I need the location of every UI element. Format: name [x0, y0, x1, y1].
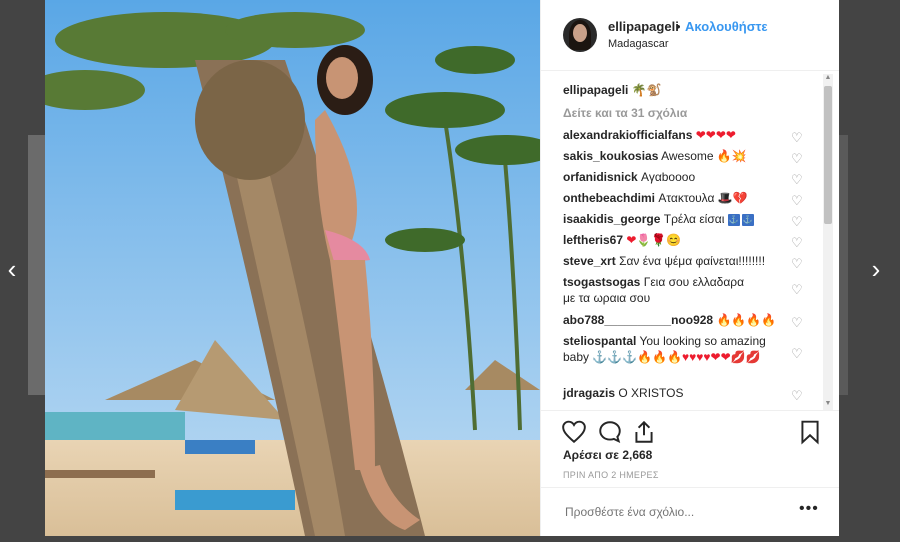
- comment-text: Τρέλα είσαι: [663, 212, 725, 226]
- comment-username[interactable]: onthebeachdimi: [563, 191, 655, 205]
- list-item: jdragazis Ο XRISTOS: [563, 385, 803, 401]
- heart-icon[interactable]: ♡: [791, 152, 803, 165]
- heart-icon[interactable]: ♡: [791, 131, 803, 144]
- add-comment-input[interactable]: [563, 504, 787, 520]
- caption: ellipapageli 🌴🐒: [563, 82, 803, 98]
- avatar[interactable]: [563, 18, 597, 52]
- list-item: onthebeachdimi Ατακτουλα 🎩💔: [563, 190, 803, 206]
- background-post-left: [28, 135, 45, 395]
- photo-illustration: [45, 0, 540, 536]
- comment-text: Αγαbοοοο: [641, 170, 696, 184]
- comment-text: ❤❤❤❤: [695, 128, 736, 142]
- heart-icon[interactable]: ♡: [791, 283, 803, 296]
- heart-icon[interactable]: ♡: [791, 236, 803, 249]
- avatar-face: [573, 24, 587, 42]
- more-options-icon[interactable]: •••: [799, 500, 819, 518]
- comment-username[interactable]: alexandrakiofficialfans: [563, 128, 692, 142]
- comment-emoji: 🔥🔥🔥🔥: [716, 313, 777, 327]
- comment-username[interactable]: orfanidisnick: [563, 170, 638, 184]
- heart-icon[interactable]: ♡: [791, 173, 803, 186]
- scroll-down-icon[interactable]: ▼: [823, 400, 833, 410]
- comment-username[interactable]: jdragazis: [563, 386, 615, 400]
- heart-icon[interactable]: ♡: [791, 347, 803, 360]
- chevron-left-icon[interactable]: ‹: [0, 254, 24, 284]
- caption-text: 🌴🐒: [631, 83, 662, 97]
- list-item: isaakidis_george Τρέλα είσαι ⚓ ⚓: [563, 211, 803, 227]
- list-item: steliospantal You looking so amazing bab…: [563, 333, 778, 365]
- scroll-thumb[interactable]: [824, 86, 832, 224]
- comment-username[interactable]: leftheris67: [563, 233, 623, 247]
- action-bar: [541, 410, 839, 451]
- comment-icon[interactable]: [597, 419, 623, 445]
- separator-dot: •: [676, 19, 681, 34]
- heart-icon[interactable]: ♡: [791, 257, 803, 270]
- comment-text: Ατακτουλα: [658, 191, 715, 205]
- list-item: tsogastsogas Γεια σου ελλαδαρα με τα ωρα…: [563, 274, 753, 306]
- list-item: alexandrakiofficialfans ❤❤❤❤: [563, 127, 803, 143]
- follow-button[interactable]: Ακολουθήστε: [685, 19, 768, 34]
- comment-emoji: 🎩💔: [717, 191, 748, 205]
- post-modal: ellipapageli • Ακολουθήστε Madagascar el…: [45, 0, 839, 536]
- anchor-icon: ⚓: [727, 213, 740, 226]
- comment-emoji: 🔥💥: [716, 149, 747, 163]
- add-comment-section: •••: [541, 487, 839, 537]
- comment-username[interactable]: steve_xrt: [563, 254, 616, 268]
- post-header: ellipapageli • Ακολουθήστε Madagascar: [541, 0, 839, 71]
- list-item: leftheris67 ❤🌷🌹😊: [563, 232, 803, 248]
- bookmark-icon[interactable]: [797, 419, 823, 445]
- heart-icon[interactable]: ♡: [791, 389, 803, 402]
- list-item: sakis_koukosias Awesome 🔥💥: [563, 148, 803, 164]
- comment-emoji: ❤🌷🌹😊: [626, 233, 682, 247]
- comment-username[interactable]: steliospantal: [563, 334, 636, 348]
- heart-icon[interactable]: [561, 419, 587, 445]
- heart-icon[interactable]: ♡: [791, 194, 803, 207]
- comment-username[interactable]: sakis_koukosias: [563, 149, 658, 163]
- comment-text: Ο XRISTOS: [618, 386, 684, 400]
- heart-icon[interactable]: ♡: [791, 215, 803, 228]
- comments-list: ellipapageli 🌴🐒 Δείτε και τα 31 σχόλια a…: [541, 72, 821, 410]
- likes-count[interactable]: Αρέσει σε 2,668: [563, 448, 652, 462]
- caption-username[interactable]: ellipapageli: [563, 83, 628, 97]
- view-all-comments[interactable]: Δείτε και τα 31 σχόλια: [563, 105, 803, 121]
- anchor-icon: ⚓: [741, 213, 754, 226]
- list-item: orfanidisnick Αγαbοοοο: [563, 169, 803, 185]
- list-item: steve_xrt Σαν ένα ψέμα φαίνεται!!!!!!!!: [563, 253, 803, 269]
- chevron-right-icon[interactable]: ›: [864, 254, 888, 284]
- list-item: abo788__________noo928 🔥🔥🔥🔥: [563, 312, 803, 328]
- background-post-right: [838, 135, 848, 395]
- comment-username[interactable]: tsogastsogas: [563, 275, 640, 289]
- comments-scrollbar[interactable]: ▲ ▼: [823, 74, 833, 410]
- heart-icon[interactable]: ♡: [791, 316, 803, 329]
- share-icon[interactable]: [631, 419, 657, 445]
- comment-text: Awesome: [661, 149, 714, 163]
- post-timestamp[interactable]: ΠΡΙΝ ΑΠΟ 2 ΗΜΕΡΕΣ: [563, 470, 659, 480]
- comment-emoji: ⚓⚓⚓🔥🔥🔥♥♥♥♥❤❤💋💋: [592, 350, 761, 364]
- post-photo: [45, 0, 540, 536]
- comment-username[interactable]: abo788__________noo928: [563, 313, 713, 327]
- comment-text: Σαν ένα ψέμα φαίνεται!!!!!!!!: [619, 254, 766, 268]
- comment-username[interactable]: isaakidis_george: [563, 212, 660, 226]
- post-sidebar: ellipapageli • Ακολουθήστε Madagascar el…: [540, 0, 839, 536]
- author-username[interactable]: ellipapageli: [608, 19, 679, 34]
- location-link[interactable]: Madagascar: [608, 38, 669, 50]
- scroll-up-icon[interactable]: ▲: [823, 74, 833, 84]
